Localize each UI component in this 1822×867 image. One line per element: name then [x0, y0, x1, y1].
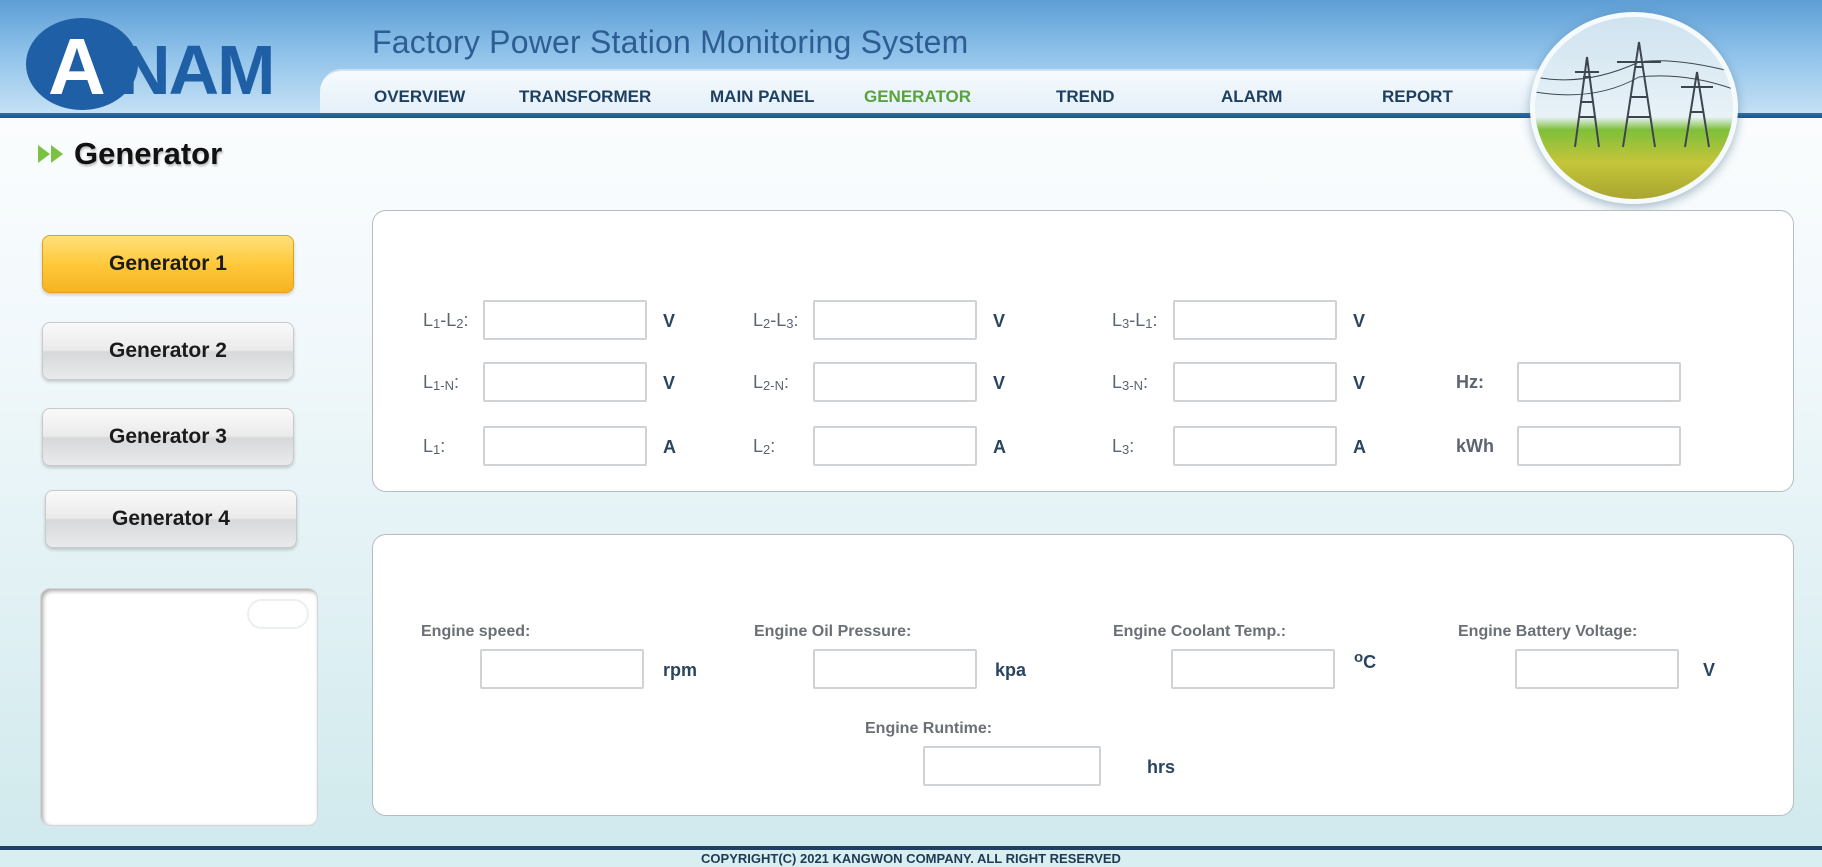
- generator-3-button[interactable]: Generator 3: [42, 408, 294, 466]
- double-arrow-right-icon: [38, 145, 63, 163]
- svg-text:A: A: [48, 22, 106, 110]
- unit-engine-battery-voltage: V: [1703, 660, 1716, 680]
- label-l1-l2: L1-L2:: [423, 310, 469, 331]
- page-heading: Generator: [36, 136, 222, 172]
- engine-readings-panel: Engine speed: rpm Engine Oil Pressure: k…: [372, 534, 1794, 816]
- unit-engine-coolant-temp: oC: [1354, 649, 1377, 672]
- unit-l3-l1: V: [1353, 311, 1366, 331]
- app-title: Factory Power Station Monitoring System: [372, 24, 969, 60]
- label-l1-n: L1-N:: [423, 372, 459, 393]
- input-l1-n[interactable]: [483, 362, 647, 402]
- input-kwh[interactable]: [1517, 426, 1681, 466]
- page-title: Generator: [74, 136, 223, 171]
- input-engine-speed[interactable]: [480, 649, 644, 689]
- input-l2-l3[interactable]: [813, 300, 977, 340]
- hero-image-power-towers: [1530, 12, 1738, 204]
- input-l1-current[interactable]: [483, 426, 647, 466]
- generator-4-button[interactable]: Generator 4: [45, 490, 297, 548]
- label-l3-l1: L3-L1:: [1112, 310, 1158, 331]
- label-kwh: kWh: [1456, 436, 1494, 456]
- footer: COPYRIGHT(C) 2021 KANGWON COMPANY. ALL R…: [0, 850, 1822, 867]
- input-l3-current[interactable]: [1173, 426, 1337, 466]
- label-engine-runtime: Engine Runtime:: [865, 720, 993, 737]
- label-engine-oil-pressure: Engine Oil Pressure:: [754, 623, 912, 640]
- electrical-readings-panel: L1-L2: V L2-L3: V L3-L1: V L1-N: V L2-N:…: [372, 210, 1794, 492]
- input-engine-battery-voltage[interactable]: [1515, 649, 1679, 689]
- nav-alarm[interactable]: ALARM: [1221, 87, 1282, 107]
- label-engine-speed: Engine speed:: [421, 623, 531, 640]
- input-l3-n[interactable]: [1173, 362, 1337, 402]
- input-hz[interactable]: [1517, 362, 1681, 402]
- unit-l1-n: V: [663, 373, 676, 393]
- input-l2-n[interactable]: [813, 362, 977, 402]
- main-nav: OVERVIEW TRANSFORMER MAIN PANEL GENERATO…: [320, 69, 1620, 115]
- generator-1-button[interactable]: Generator 1: [42, 235, 294, 293]
- nav-generator[interactable]: GENERATOR: [864, 87, 971, 107]
- input-l3-l1[interactable]: [1173, 300, 1337, 340]
- input-l2-current[interactable]: [813, 426, 977, 466]
- label-l3: L3:: [1112, 436, 1135, 457]
- input-engine-runtime[interactable]: [923, 746, 1101, 786]
- unit-l2-l3: V: [993, 311, 1006, 331]
- copyright-text: COPYRIGHT(C) 2021 KANGWON COMPANY. ALL R…: [701, 851, 1121, 866]
- unit-l1-l2: V: [663, 311, 676, 331]
- input-l1-l2[interactable]: [483, 300, 647, 340]
- nav-trend[interactable]: TREND: [1056, 87, 1115, 107]
- anam-logo: A NAM: [26, 18, 275, 110]
- unit-l2-n: V: [993, 373, 1006, 393]
- unit-engine-speed: rpm: [663, 660, 698, 680]
- input-engine-oil-pressure[interactable]: [813, 649, 977, 689]
- label-l3-n: L3-N:: [1112, 372, 1148, 393]
- nav-main-panel[interactable]: MAIN PANEL: [710, 87, 815, 107]
- unit-l2-current: A: [993, 437, 1006, 457]
- nav-report[interactable]: REPORT: [1382, 87, 1453, 107]
- label-l2-l3: L2-L3:: [753, 310, 799, 331]
- unit-l3-current: A: [1353, 437, 1366, 457]
- label-l2: L2:: [753, 436, 776, 457]
- input-engine-coolant-temp[interactable]: [1171, 649, 1335, 689]
- svg-text:NAM: NAM: [120, 31, 273, 109]
- label-engine-battery-voltage: Engine Battery Voltage:: [1458, 623, 1638, 640]
- side-info-panel: [40, 588, 318, 826]
- generator-2-button[interactable]: Generator 2: [42, 322, 294, 380]
- label-engine-coolant-temp: Engine Coolant Temp.:: [1113, 623, 1287, 640]
- label-hz: Hz:: [1456, 372, 1484, 392]
- unit-engine-runtime: hrs: [1147, 757, 1176, 777]
- label-l2-n: L2-N:: [753, 372, 789, 393]
- nav-transformer[interactable]: TRANSFORMER: [519, 87, 651, 107]
- label-l1: L1:: [423, 436, 446, 457]
- unit-engine-oil-pressure: kpa: [995, 660, 1027, 680]
- nav-overview[interactable]: OVERVIEW: [374, 87, 465, 107]
- unit-l3-n: V: [1353, 373, 1366, 393]
- side-panel-pill-button[interactable]: [247, 599, 309, 629]
- unit-l1-current: A: [663, 437, 676, 457]
